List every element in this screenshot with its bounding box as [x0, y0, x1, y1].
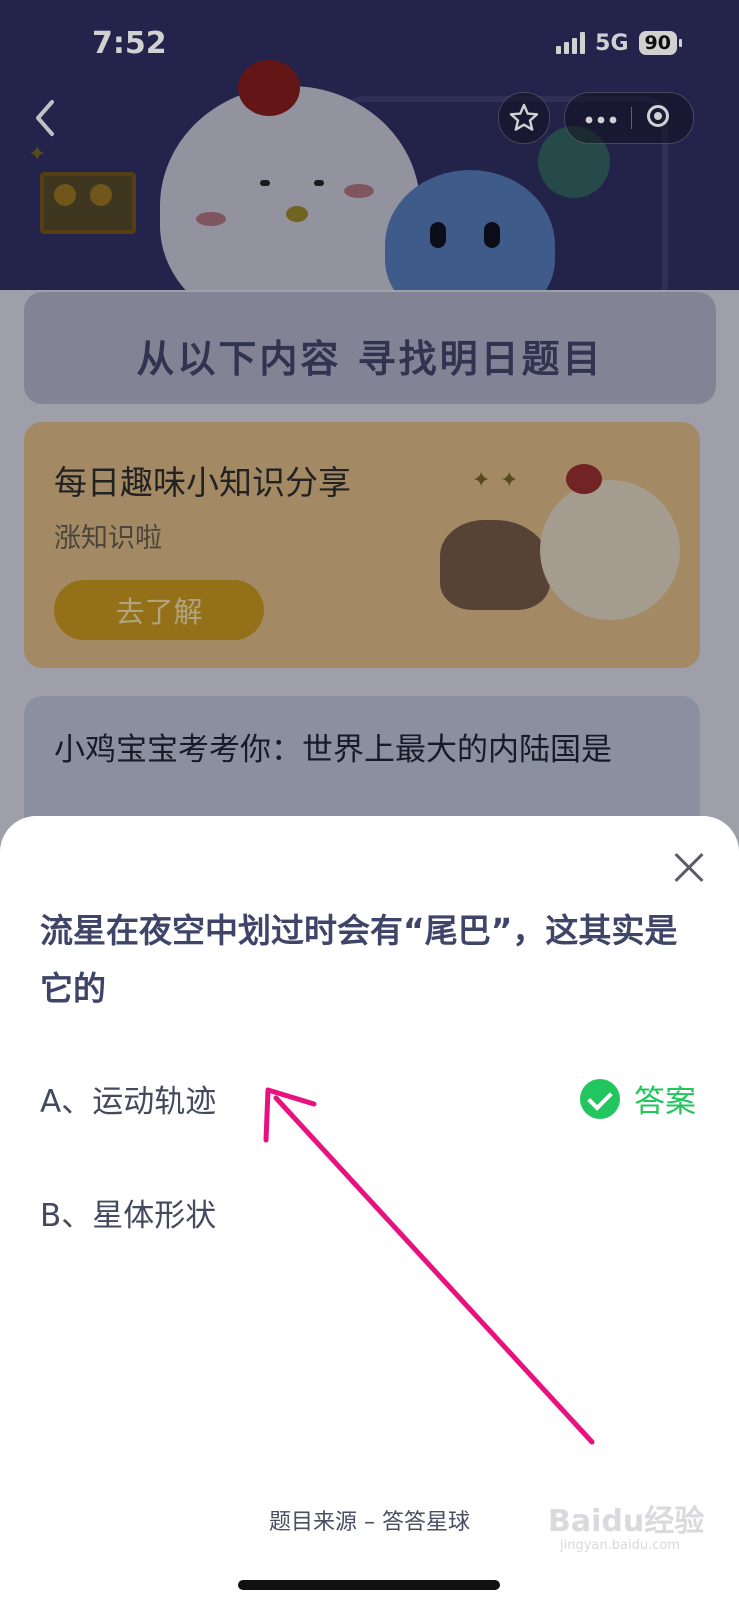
sheet-question: 流星在夜空中划过时会有“尾巴”，这其实是它的 [40, 911, 678, 1008]
option-b[interactable]: B、星体形状 [40, 1190, 216, 1235]
answer-label: 答案 [634, 1084, 696, 1120]
check-circle-icon [580, 1078, 620, 1119]
watermark-url: jingyan.baidu.com [560, 1538, 680, 1553]
question-source: 题目来源 – 答答星球 [269, 1510, 470, 1535]
close-icon[interactable] [668, 848, 708, 888]
correct-answer-badge: 答案 [580, 1076, 696, 1121]
home-indicator[interactable] [238, 1580, 500, 1590]
option-a[interactable]: A、运动轨迹 [40, 1076, 216, 1121]
